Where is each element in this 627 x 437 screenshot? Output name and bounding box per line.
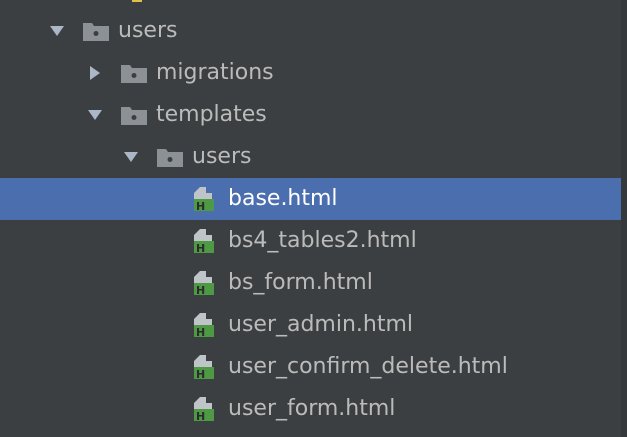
- svg-text:H: H: [196, 326, 205, 338]
- tree-row-label: user_confirm_delete.html: [228, 354, 508, 379]
- chevron-down-icon[interactable]: [46, 20, 68, 42]
- folder-icon: [120, 102, 148, 128]
- tree-row-label: templates: [156, 102, 267, 127]
- python-file-icon: [120, 0, 148, 10]
- html-file-icon: H: [192, 354, 220, 380]
- tree-row-label: users: [118, 18, 178, 43]
- tree-row-label: user_admin.html: [228, 312, 414, 337]
- html-file-icon: H: [192, 228, 220, 254]
- svg-text:H: H: [196, 242, 205, 254]
- scrollbar-track[interactable]: [621, 0, 627, 437]
- tree-row-label: users: [192, 144, 252, 169]
- tree-row-label: base.html: [228, 186, 338, 211]
- html-file-icon: H: [192, 396, 220, 422]
- chevron-down-icon[interactable]: [84, 104, 106, 126]
- folder-icon: [156, 144, 184, 170]
- svg-text:H: H: [196, 200, 205, 212]
- tree-row-templates-folder[interactable]: templates: [0, 94, 627, 136]
- tree-row-users-folder[interactable]: users: [0, 10, 627, 52]
- folder-icon: [82, 18, 110, 44]
- svg-text:H: H: [196, 284, 205, 296]
- tree-row-label: bs4_tables2.html: [228, 228, 417, 253]
- tree-row-label: user_form.html: [228, 396, 396, 421]
- html-file-icon: H: [192, 312, 220, 338]
- tree-row-bs4-tables2-html[interactable]: H bs4_tables2.html: [0, 220, 627, 262]
- tree-row-templates-users-folder[interactable]: users: [0, 136, 627, 178]
- tree-row-partial-python-file[interactable]: [0, 0, 627, 10]
- chevron-right-icon[interactable]: [84, 62, 106, 84]
- tree-row-user-confirm-delete-html[interactable]: H user_confirm_delete.html: [0, 346, 627, 388]
- svg-text:H: H: [196, 368, 205, 380]
- tree-row-user-admin-html[interactable]: H user_admin.html: [0, 304, 627, 346]
- tree-row-label: migrations: [156, 60, 274, 85]
- tree-row-migrations-folder[interactable]: migrations: [0, 52, 627, 94]
- html-file-icon: H: [192, 270, 220, 296]
- html-file-icon: H: [192, 186, 220, 212]
- chevron-down-icon[interactable]: [120, 146, 142, 168]
- folder-icon: [120, 60, 148, 86]
- tree-row-bs-form-html[interactable]: H bs_form.html: [0, 262, 627, 304]
- project-tree: users migrations templates users H base.…: [0, 0, 627, 430]
- tree-row-user-form-html[interactable]: H user_form.html: [0, 388, 627, 430]
- tree-row-label: bs_form.html: [228, 270, 373, 295]
- svg-text:H: H: [196, 410, 205, 422]
- tree-row-base-html[interactable]: H base.html: [0, 178, 627, 220]
